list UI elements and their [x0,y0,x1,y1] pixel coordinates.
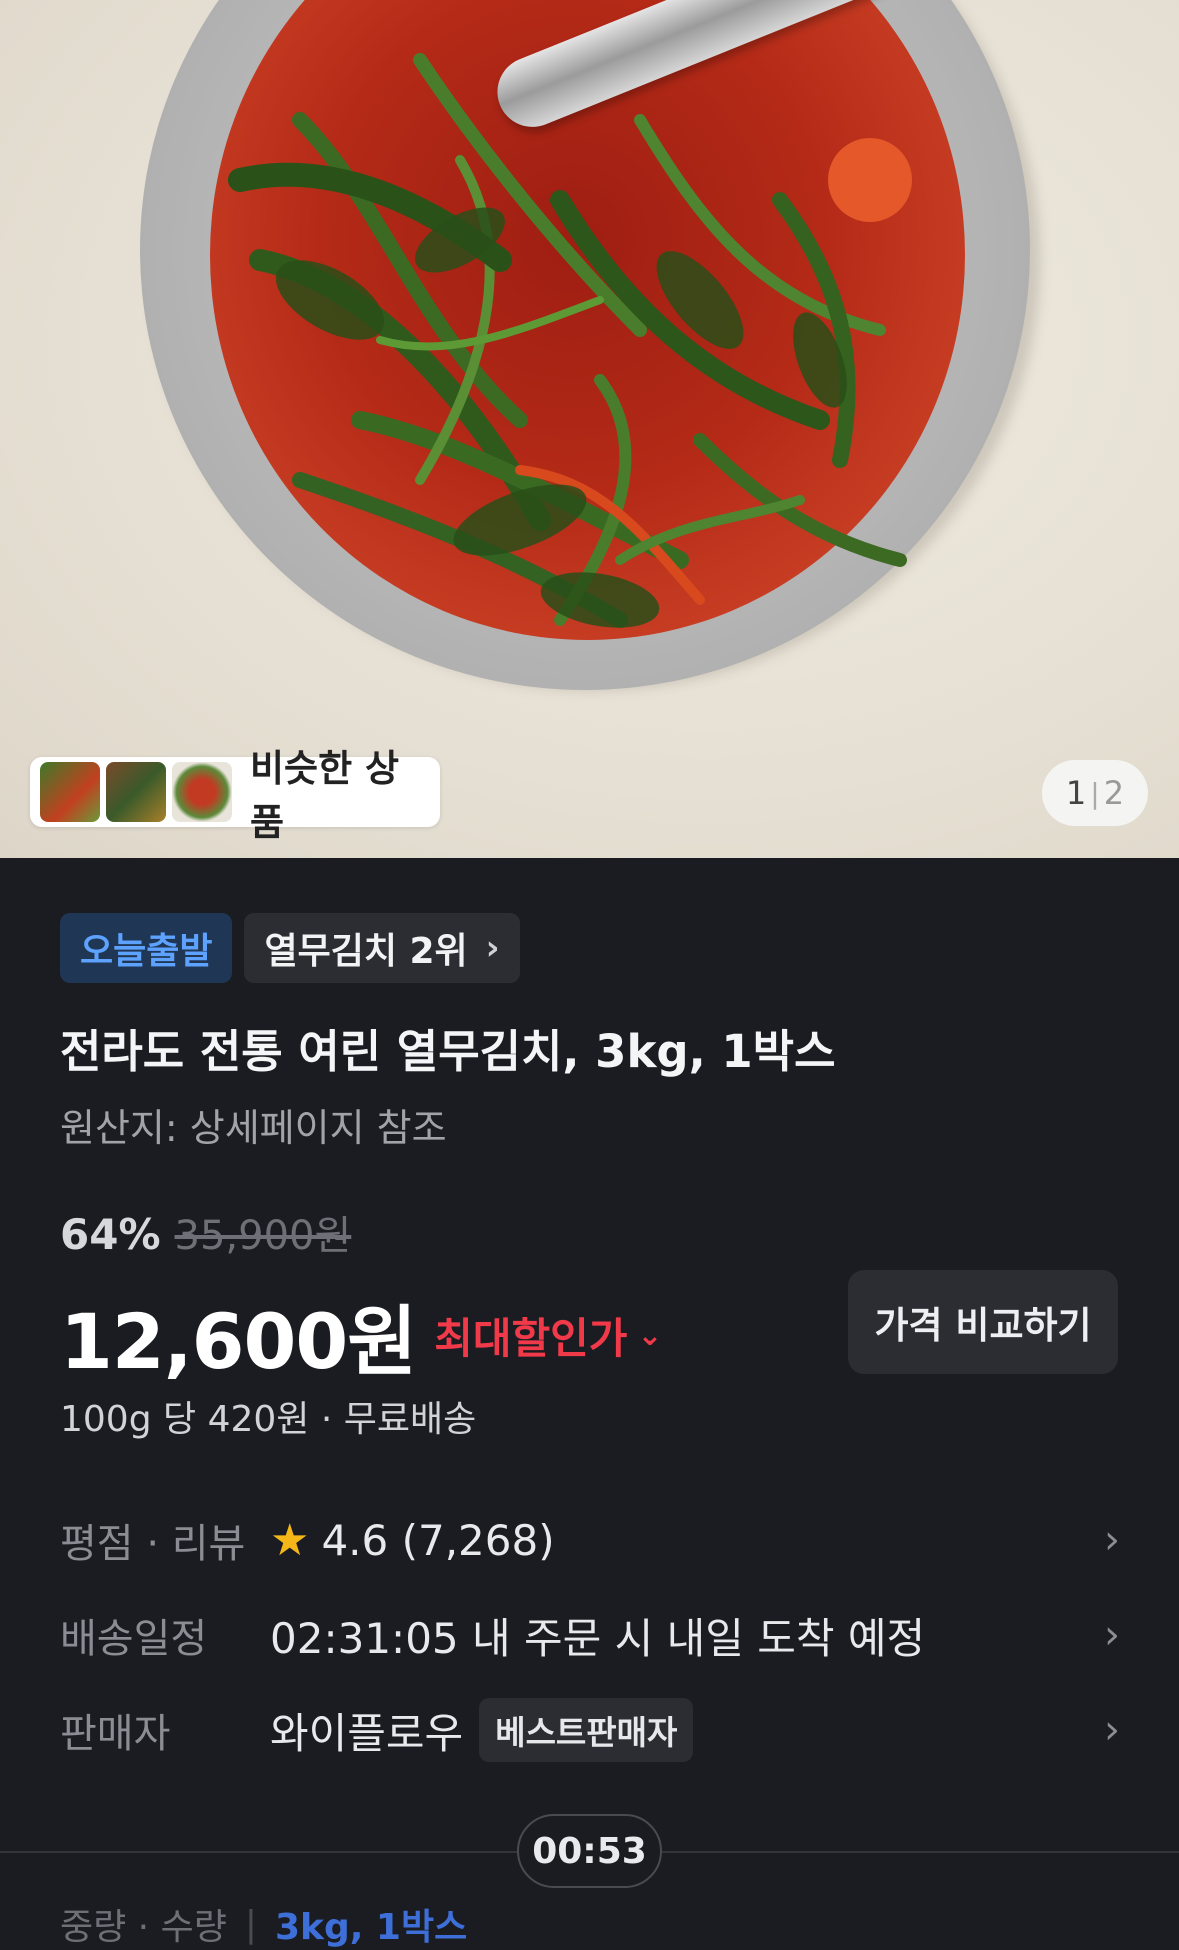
price-row: 12,600원 최대할인가 ⌄ [60,1280,663,1390]
product-title: 전라도 전통 여린 열무김치, 3kg, 1박스 [60,1025,836,1078]
category-rank-label: 열무김치 2위 [264,931,468,972]
delivery-label: 배송일정 [60,1616,208,1662]
chevron-down-icon: ⌄ [637,1317,663,1353]
image-pager: 1 | 2 [1042,760,1148,826]
origin-text: 원산지: 상세페이지 참조 [60,1106,447,1150]
pager-separator: | [1090,776,1100,810]
pager-current: 1 [1065,774,1087,812]
max-discount-label: 최대할인가 [434,1313,628,1363]
max-discount-dropdown[interactable]: 최대할인가 ⌄ [434,1305,662,1366]
product-image[interactable]: 비슷한 상품 1 | 2 [0,0,1179,858]
rating-value: 4.6 (7,268) [321,1515,555,1565]
rating-review-label: 평점 · 리뷰 [60,1521,246,1567]
seller-row[interactable]: 판매자 와이플로우 베스트판매자 › [60,1695,1120,1765]
pager-total: 2 [1103,774,1125,812]
chevron-right-icon: › [1104,1612,1120,1658]
category-rank-badge[interactable]: 열무김치 2위 › [244,913,520,983]
similar-thumbnail [40,762,100,822]
similar-products-label: 비슷한 상품 [250,747,400,844]
sale-price: 12,600원 [60,1297,417,1386]
delivery-value: 02:31:05 내 주문 시 내일 도착 예정 [270,1613,926,1663]
delivery-schedule-row[interactable]: 배송일정 02:31:05 내 주문 시 내일 도착 예정 › [60,1600,1120,1670]
today-shipping-label: 오늘출발 [80,931,213,972]
similar-thumbnail [106,762,166,822]
seller-value: 와이플로우 베스트판매자 [270,1698,1080,1762]
similar-thumbnail [172,762,232,822]
discount-row: 64% 35,900원 [60,1203,351,1261]
seller-name: 와이플로우 [270,1708,464,1758]
kimchi-greens [228,53,912,628]
option-selector-row[interactable]: 중량 · 수량 | 3kg, 1박스 [60,1898,467,1950]
original-price: 35,900원 [174,1213,352,1259]
compare-price-button[interactable]: 가격 비교하기 [848,1270,1118,1374]
product-badges: 오늘출발 열무김치 2위 › [60,913,520,983]
seller-label: 판매자 [60,1711,171,1757]
countdown-timer: 00:53 [517,1814,662,1888]
rating-review-row[interactable]: 평점 · 리뷰 ★ 4.6 (7,268) › [60,1505,1120,1575]
option-value: 3kg, 1박스 [274,1907,468,1948]
rating-review-value: ★ 4.6 (7,268) [270,1515,1080,1566]
unit-price-shipping: 100g 당 420원 · 무료배송 [60,1399,477,1440]
chevron-right-icon: › [485,928,500,968]
similar-products-button[interactable]: 비슷한 상품 [30,747,440,844]
star-icon: ★ [270,1514,310,1566]
option-separator: | [244,1903,257,1945]
option-label: 중량 · 수량 [60,1907,227,1948]
chevron-right-icon: › [1104,1707,1120,1753]
discount-rate: 64% [60,1210,161,1259]
best-seller-badge: 베스트판매자 [479,1698,694,1762]
chevron-right-icon: › [1104,1517,1120,1563]
today-shipping-badge: 오늘출발 [60,913,233,983]
